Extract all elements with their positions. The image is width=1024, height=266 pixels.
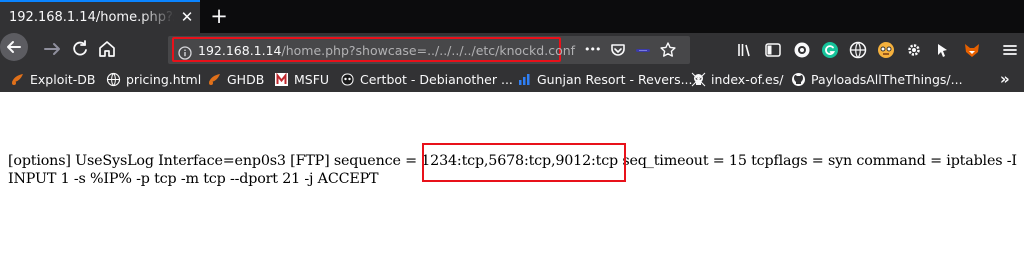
- sequence-annotation-box: [422, 143, 626, 182]
- bookmarks-overflow-icon[interactable]: »: [1000, 70, 1010, 88]
- avatar-extension-icon[interactable]: [876, 40, 896, 60]
- bookmark-label: pricing.html: [126, 71, 202, 87]
- reload-button[interactable]: [68, 37, 92, 61]
- bookmark-label: index-of.es/: [711, 71, 784, 87]
- exploit-db-icon: [10, 72, 25, 87]
- cursor-extension-icon[interactable]: [932, 40, 952, 60]
- tab-close-icon[interactable]: ✕: [178, 8, 196, 26]
- bookmark-exploit-db[interactable]: Exploit-DB: [10, 70, 95, 88]
- home-icon: [99, 41, 115, 57]
- bookmark-msfu[interactable]: MSFU: [274, 70, 329, 88]
- reader-view-icon[interactable]: [633, 40, 653, 60]
- new-tab-button[interactable]: +: [207, 4, 231, 28]
- msfu-icon: [274, 72, 289, 87]
- skull-icon: [691, 72, 706, 87]
- bookmark-label: Certbot - Debianother ...: [360, 71, 513, 87]
- bookmark-pricing[interactable]: pricing.html: [106, 70, 201, 88]
- bookmark-payloads[interactable]: PayloadsAllTheThings/...: [791, 70, 963, 88]
- bookmark-label: PayloadsAllTheThings/...: [811, 71, 963, 87]
- back-button[interactable]: [0, 33, 28, 61]
- reload-icon: [73, 40, 87, 56]
- home-button[interactable]: [95, 37, 119, 61]
- bookmark-label: MSFU: [294, 71, 330, 87]
- pocket-icon[interactable]: [608, 40, 628, 60]
- arrow-left-icon: [7, 41, 21, 53]
- forward-button[interactable]: [40, 37, 64, 61]
- menu-icon[interactable]: [1000, 40, 1020, 60]
- bookmark-index-of[interactable]: index-of.es/: [691, 70, 783, 88]
- library-icon[interactable]: [735, 40, 755, 60]
- cookie-extension-icon[interactable]: [792, 40, 812, 60]
- tab-active[interactable]: 192.168.1.14/home.php?showcase ✕: [0, 0, 200, 33]
- bookmark-label: Exploit-DB: [30, 71, 96, 87]
- ghdb-icon: [207, 72, 222, 87]
- url-text[interactable]: 192.168.1.14/home.php?showcase=../../../…: [198, 43, 575, 58]
- bookmark-label: GHDB: [227, 71, 265, 87]
- url-path: /home.php?showcase=../../../../etc/knock…: [281, 43, 576, 58]
- grammarly-icon[interactable]: [820, 40, 840, 60]
- arrow-right-icon: [44, 43, 60, 55]
- bookmark-star-icon[interactable]: [658, 40, 678, 60]
- sidebar-icon[interactable]: [763, 40, 783, 60]
- bookmark-ghdb[interactable]: GHDB: [207, 70, 264, 88]
- tab-title-fade: [140, 2, 175, 33]
- info-icon[interactable]: [178, 45, 192, 60]
- gear-extension-icon[interactable]: [904, 40, 924, 60]
- fox-extension-icon[interactable]: [962, 40, 982, 60]
- globe-extension-icon[interactable]: [848, 40, 868, 60]
- bookmark-certbot[interactable]: Certbot - Debianother ...: [340, 70, 513, 88]
- bar-chart-icon: [517, 72, 532, 87]
- certbot-icon: [340, 72, 355, 87]
- bookmark-gunjan[interactable]: Gunjan Resort - Revers...: [517, 70, 693, 88]
- globe-icon: [106, 72, 121, 87]
- config-text-before: [options] UseSysLog Interface=enp0s3 [FT…: [8, 153, 422, 169]
- tab-strip: 192.168.1.14/home.php?showcase ✕ +: [0, 0, 1024, 33]
- page-actions-icon[interactable]: •••: [584, 40, 604, 60]
- url-host: 192.168.1.14: [198, 43, 282, 58]
- bookmark-label: Gunjan Resort - Revers...: [537, 71, 693, 87]
- github-icon: [791, 72, 806, 87]
